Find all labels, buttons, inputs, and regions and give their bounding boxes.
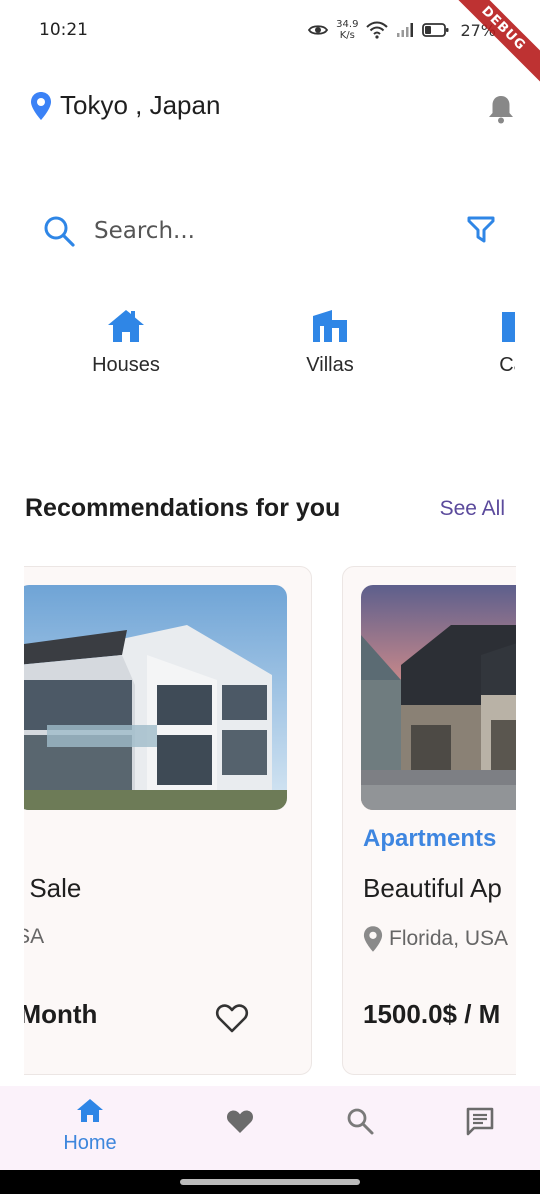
- map-pin-icon: [31, 91, 51, 120]
- net-speed-value: 34.9: [336, 19, 359, 30]
- search-bar: [42, 208, 502, 254]
- property-image: [361, 585, 516, 810]
- section-title: Recommendations for you: [25, 494, 341, 522]
- villa-icon: [313, 310, 347, 342]
- battery-icon: [422, 23, 449, 37]
- status-time: 10:21: [39, 20, 88, 40]
- card-location-text: USA: [24, 925, 45, 948]
- category-label: Ca: [499, 354, 515, 376]
- card-location-text: Florida, USA: [389, 927, 509, 950]
- card-price: 1500.0$ / M: [363, 999, 501, 1029]
- recommendations-header: Recommendations for you See All: [25, 494, 505, 523]
- property-card[interactable]: or Sale USA / Month: [24, 566, 312, 1075]
- status-icons: 34.9 K/s 27%: [308, 16, 496, 44]
- home-icon: [77, 1099, 103, 1122]
- category-label: Houses: [92, 354, 160, 376]
- card-category: Apartments: [363, 825, 497, 852]
- see-all-link[interactable]: See All: [440, 497, 505, 521]
- signal-icon: [397, 23, 414, 37]
- card-location: Florida, USA: [363, 925, 508, 953]
- location-text: Tokyo , Japan: [60, 90, 221, 120]
- card-title: or Sale: [24, 873, 82, 903]
- nav-messages[interactable]: [430, 1106, 530, 1136]
- building-icon: [502, 312, 515, 342]
- search-input[interactable]: [94, 218, 414, 244]
- recommendations-carousel[interactable]: or Sale USA / Month: [24, 566, 516, 1078]
- card-title: Beautiful Ap: [363, 873, 502, 903]
- category-list: Houses Villas Ca: [0, 306, 515, 386]
- nav-search[interactable]: [310, 1106, 410, 1136]
- heart-icon: [226, 1110, 254, 1133]
- house-icon: [108, 310, 144, 342]
- category-villas[interactable]: Villas: [260, 306, 400, 377]
- category-houses[interactable]: Houses: [56, 306, 196, 377]
- nav-home[interactable]: Home: [40, 1096, 140, 1155]
- search-icon: [44, 216, 75, 247]
- filter-icon[interactable]: [466, 214, 496, 244]
- category-ca[interactable]: Ca: [442, 306, 515, 377]
- map-pin-icon: [363, 926, 383, 952]
- net-speed: 34.9 K/s: [336, 19, 358, 41]
- bell-icon[interactable]: [484, 92, 518, 126]
- bottom-navigation: Home: [0, 1086, 540, 1170]
- chat-icon: [466, 1107, 494, 1136]
- home-indicator[interactable]: [180, 1179, 360, 1185]
- net-speed-unit: K/s: [339, 30, 355, 41]
- search-icon: [347, 1108, 374, 1135]
- card-price: / Month: [24, 999, 98, 1029]
- card-location: USA: [24, 925, 44, 949]
- nav-favorites[interactable]: [190, 1106, 290, 1136]
- nav-home-label: Home: [63, 1132, 117, 1154]
- property-image: [24, 585, 287, 810]
- wifi-icon: [366, 21, 389, 39]
- heart-outline-icon[interactable]: [215, 1001, 249, 1035]
- status-bar: 10:21 34.9 K/s 27%: [0, 0, 540, 60]
- eye-icon: [308, 25, 329, 35]
- system-gesture-bar: [0, 1170, 540, 1194]
- location-selector[interactable]: Tokyo , Japan: [30, 90, 220, 121]
- property-card[interactable]: Apartments Beautiful Ap Florida, USA 150…: [342, 566, 516, 1075]
- category-label: Villas: [306, 354, 354, 376]
